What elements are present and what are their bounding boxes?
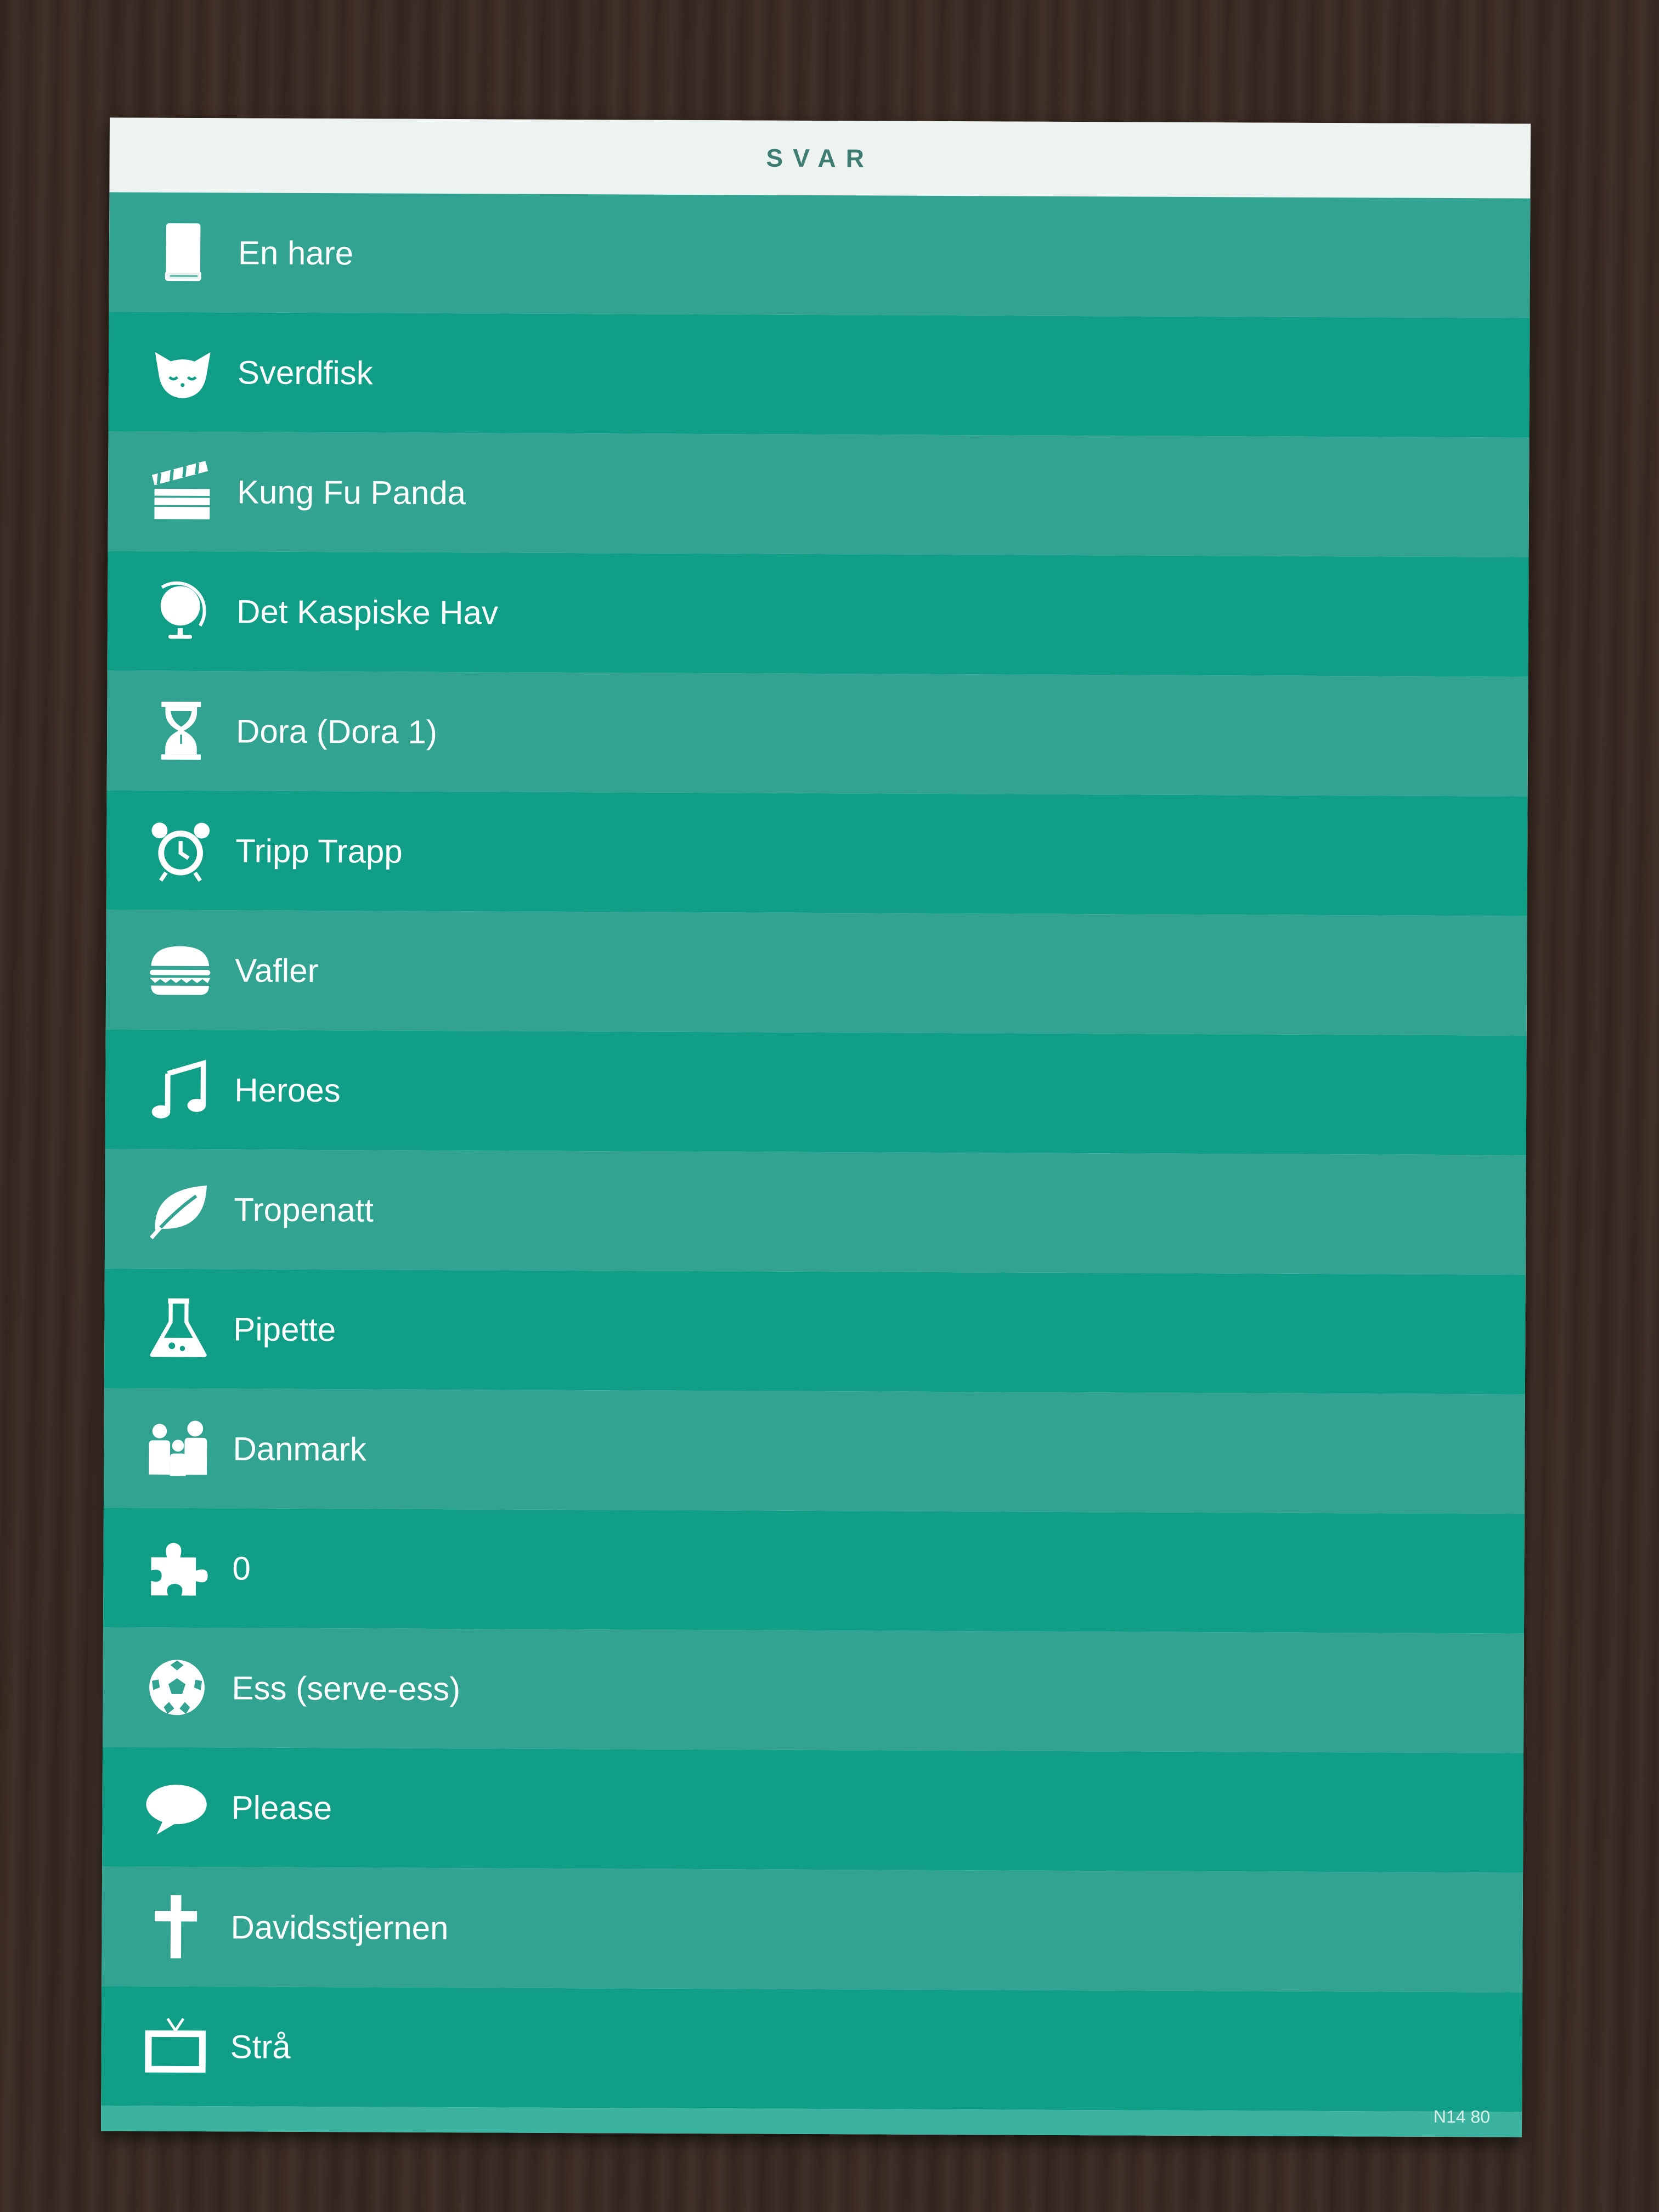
answer-text: Tripp Trapp bbox=[235, 832, 403, 870]
answer-text: Heroes bbox=[234, 1071, 341, 1109]
answer-text: Det Kaspiske Hav bbox=[236, 592, 499, 631]
answer-text: Danmark bbox=[233, 1430, 366, 1468]
answer-text: Ess (serve-ess) bbox=[232, 1669, 461, 1707]
answer-text: Kung Fu Panda bbox=[236, 473, 466, 511]
card-header: SVAR bbox=[109, 117, 1531, 199]
book-icon bbox=[150, 219, 217, 286]
clapperboard-icon bbox=[149, 459, 216, 525]
answer-row-14: Please bbox=[102, 1747, 1524, 1873]
answer-row-15: Davidsstjernen bbox=[101, 1866, 1523, 1993]
answer-row-4: Det Kaspiske Hav bbox=[107, 551, 1529, 677]
answer-text: Davidsstjernen bbox=[230, 1908, 449, 1946]
leaf-icon bbox=[146, 1176, 212, 1243]
family-icon bbox=[145, 1415, 211, 1482]
burger-icon bbox=[147, 937, 213, 1003]
card-title: SVAR bbox=[766, 143, 874, 173]
football-icon bbox=[144, 1655, 210, 1721]
music-note-icon bbox=[146, 1057, 213, 1123]
answer-row-13: Ess (serve-ess) bbox=[103, 1627, 1524, 1753]
answer-row-12: 0 bbox=[103, 1508, 1525, 1634]
answer-text: Please bbox=[231, 1788, 332, 1826]
answer-text: Tropenatt bbox=[234, 1190, 374, 1228]
answer-row-1: En hare bbox=[109, 192, 1531, 318]
answer-row-9: Tropenatt bbox=[104, 1149, 1526, 1275]
answer-text: Strå bbox=[230, 2028, 291, 2066]
answer-text: Dora (Dora 1) bbox=[235, 712, 438, 751]
speech-bubble-icon bbox=[143, 1774, 210, 1841]
answer-row-7: Vafler bbox=[105, 910, 1527, 1036]
answer-row-5: Dora (Dora 1) bbox=[106, 670, 1528, 797]
answer-text: Pipette bbox=[233, 1310, 336, 1348]
answer-row-6: Tripp Trapp bbox=[106, 790, 1528, 916]
alarm-clock-icon bbox=[148, 817, 214, 884]
cat-icon bbox=[150, 339, 216, 405]
answer-text: Sverdfisk bbox=[237, 353, 373, 391]
answer-text: 0 bbox=[232, 1549, 251, 1587]
globe-icon bbox=[149, 578, 215, 645]
flask-icon bbox=[145, 1296, 212, 1362]
answer-row-11: Danmark bbox=[103, 1388, 1525, 1514]
answer-text: En hare bbox=[238, 234, 354, 272]
answer-row-16: Strå bbox=[101, 1986, 1523, 2112]
answer-row-2: Sverdfisk bbox=[108, 312, 1530, 438]
answer-row-3: Kung Fu Panda bbox=[108, 431, 1530, 557]
answer-card: SVAR En hare Sverdfisk Kung Fu Panda Det… bbox=[100, 117, 1531, 2137]
cross-icon bbox=[143, 1894, 209, 1960]
hourglass-icon bbox=[148, 698, 215, 764]
card-code: N14 80 bbox=[1433, 2106, 1491, 2127]
answer-row-10: Pipette bbox=[104, 1268, 1526, 1395]
tv-icon bbox=[142, 2013, 208, 2080]
answer-text: Vafler bbox=[235, 951, 319, 989]
answer-list: En hare Sverdfisk Kung Fu Panda Det Kasp… bbox=[100, 192, 1531, 2137]
puzzle-icon bbox=[144, 1535, 211, 1601]
answer-row-8: Heroes bbox=[105, 1029, 1527, 1155]
